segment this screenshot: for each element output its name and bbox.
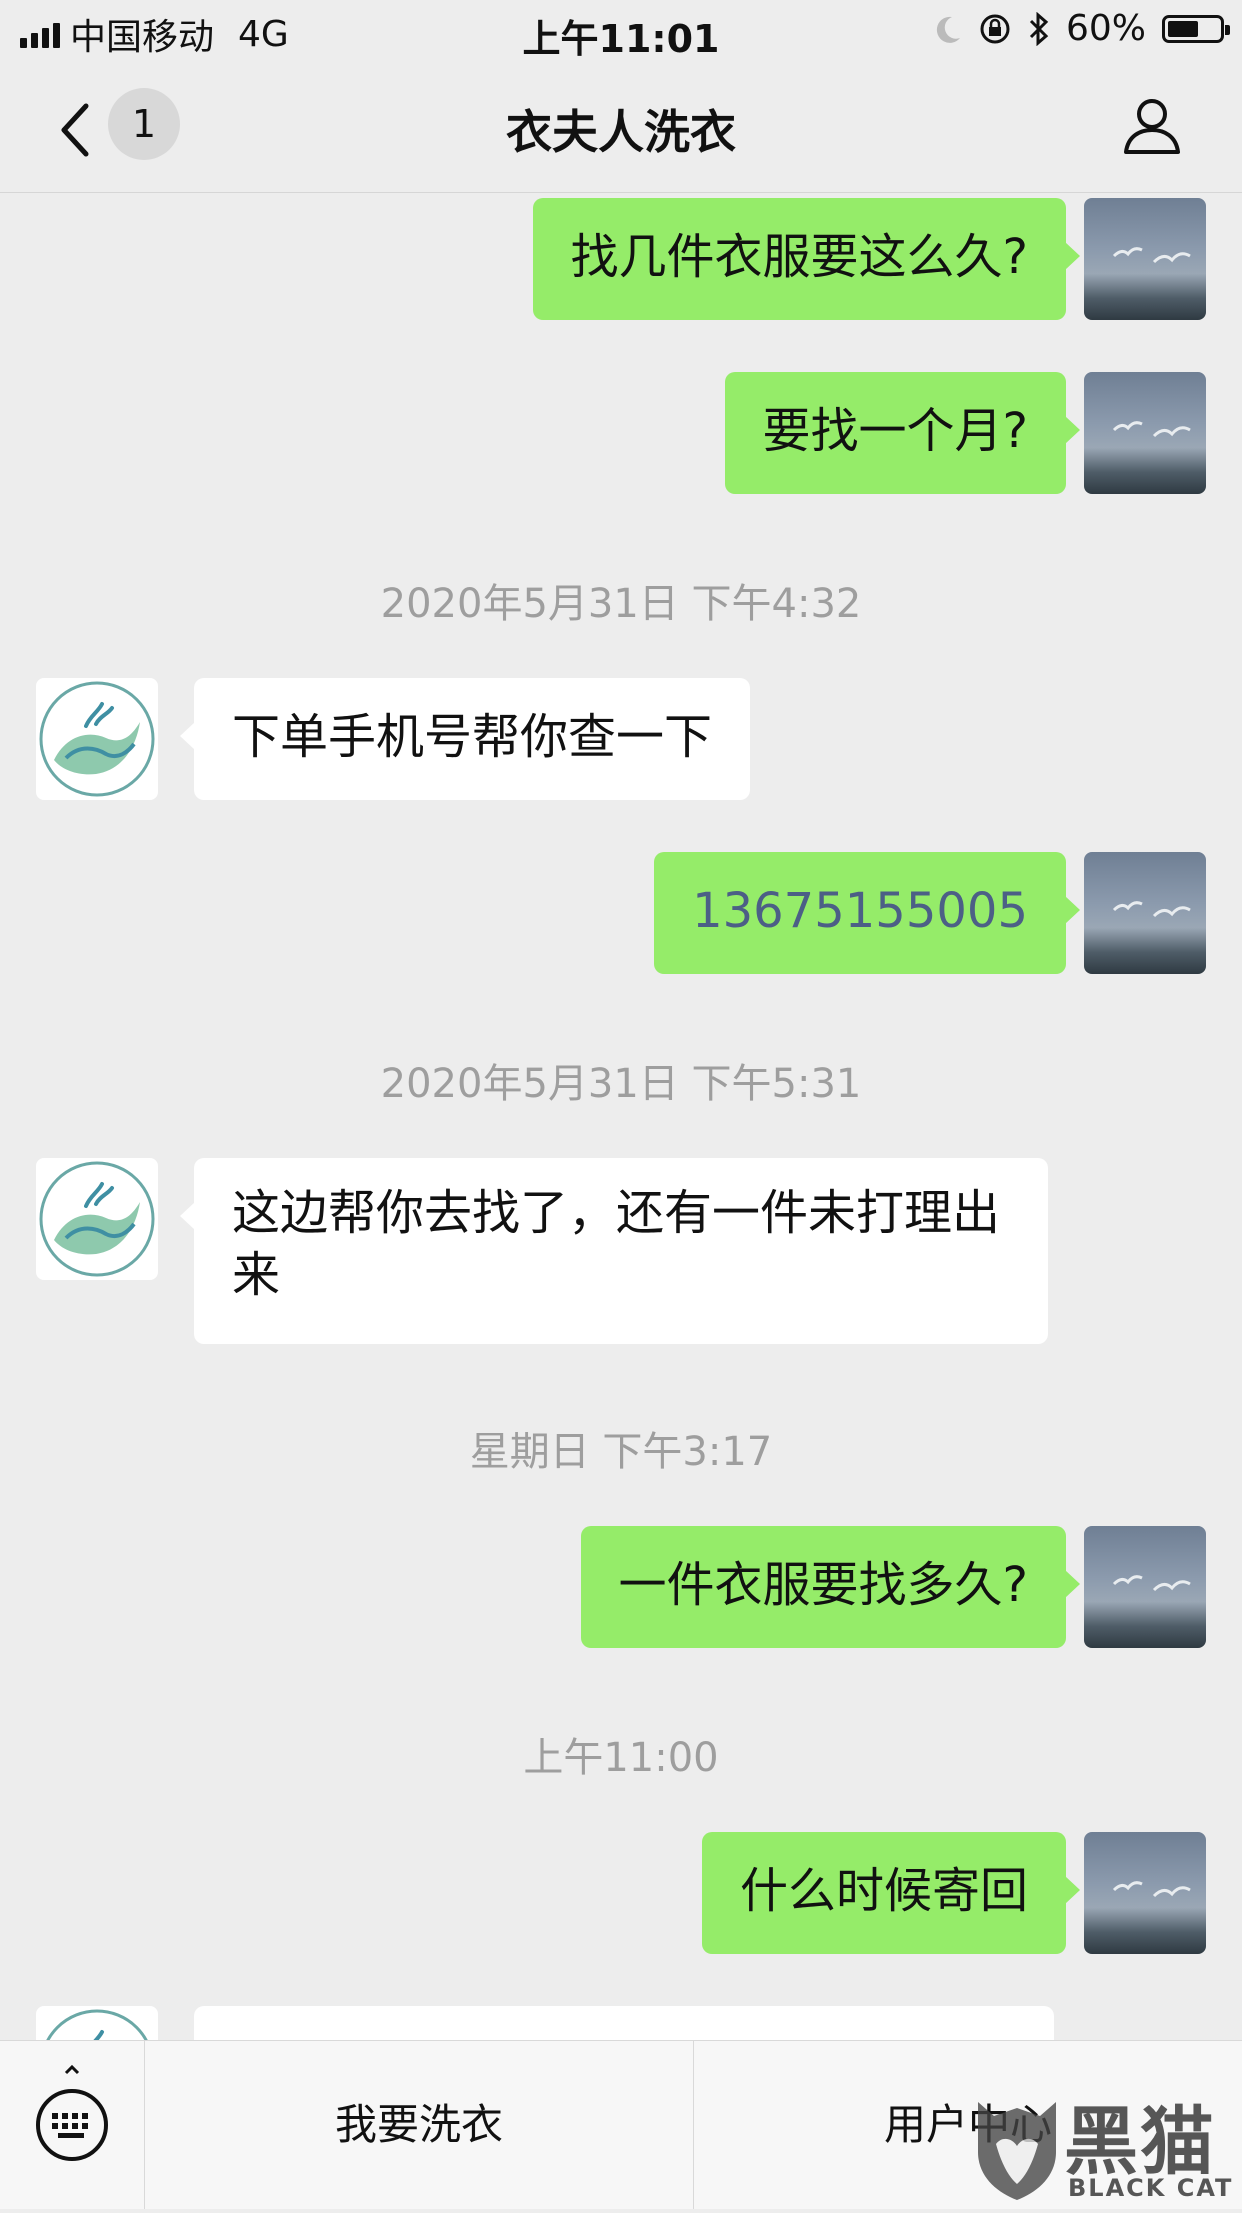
seagull-image bbox=[1112, 1575, 1191, 1592]
seagull-image bbox=[1112, 1881, 1191, 1898]
message-row: 13675155005 bbox=[0, 852, 1242, 974]
battery-icon bbox=[1162, 14, 1230, 43]
outgoing-message[interactable]: 什么时候寄回 bbox=[701, 1832, 1081, 1954]
timestamp: 2020年5月31日 下午5:31 bbox=[380, 1061, 862, 1107]
timestamp: 星期日 下午3:17 bbox=[469, 1429, 773, 1475]
message-row: 找几件衣服要这么久? bbox=[0, 198, 1242, 320]
battery-fill bbox=[1168, 20, 1198, 37]
outgoing-message[interactable]: 一件衣服要找多久? bbox=[580, 1526, 1081, 1648]
black-cat-watermark: 黑猫 BLACK CAT bbox=[972, 2086, 1242, 2208]
message-row: 下单手机号帮你查一下 bbox=[0, 678, 1242, 800]
menu-wash-button[interactable]: 我要洗衣 bbox=[145, 2041, 694, 2209]
message-row: 要找一个月? bbox=[0, 372, 1242, 494]
incoming-message[interactable]: 这边帮你去找了，还有一件未打理出来 bbox=[180, 1158, 1048, 1344]
message-row-partial bbox=[0, 2006, 1242, 2040]
seagull-image bbox=[1112, 247, 1191, 264]
wave-logo-icon bbox=[46, 2009, 148, 2040]
timestamp: 2020年5月31日 下午4:32 bbox=[380, 581, 862, 627]
keyboard-toggle[interactable] bbox=[0, 2041, 145, 2209]
shop-avatar[interactable] bbox=[36, 1158, 158, 1280]
my-avatar[interactable] bbox=[1084, 372, 1206, 494]
outgoing-message[interactable]: 要找一个月? bbox=[724, 372, 1081, 494]
timestamp: 上午11:00 bbox=[523, 1735, 719, 1781]
seagull-image bbox=[1112, 421, 1191, 438]
chat-message-list[interactable]: 找几件衣服要这么久? 要找一个月? 2020年5月31日 下午4:32 下单手机… bbox=[0, 193, 1242, 2040]
message-row: 什么时候寄回 bbox=[0, 1832, 1242, 1954]
my-avatar[interactable] bbox=[1084, 1832, 1206, 1954]
wave-logo-icon bbox=[39, 681, 155, 797]
status-bar: 中国移动 4G 上午11:01 60% bbox=[0, 0, 1242, 62]
incoming-message[interactable]: 下单手机号帮你查一下 bbox=[179, 678, 751, 800]
rotation-lock-icon bbox=[980, 14, 1010, 43]
my-avatar[interactable] bbox=[1084, 1526, 1206, 1648]
my-avatar[interactable] bbox=[1084, 852, 1206, 974]
shop-avatar[interactable] bbox=[36, 678, 158, 800]
page-title: 衣夫人洗衣 bbox=[506, 105, 736, 159]
battery-percent: 60% bbox=[1065, 8, 1146, 49]
nav-bar: 1 衣夫人洗衣 bbox=[0, 62, 1242, 193]
cat-shield-logo bbox=[978, 2102, 1056, 2200]
moon-icon bbox=[936, 16, 960, 43]
seagull-image bbox=[1112, 901, 1191, 918]
message-row: 这边帮你去找了，还有一件未打理出来 bbox=[0, 1158, 1242, 1344]
keyboard-icon bbox=[36, 2064, 108, 2161]
outgoing-message[interactable]: 找几件衣服要这么久? bbox=[532, 198, 1081, 320]
bluetooth-icon bbox=[1029, 11, 1049, 46]
incoming-message-partial[interactable] bbox=[194, 2006, 1054, 2040]
shop-avatar[interactable] bbox=[36, 2006, 158, 2040]
status-indicators: 60% bbox=[934, 8, 1230, 49]
my-avatar[interactable] bbox=[1084, 198, 1206, 320]
wave-logo-icon bbox=[39, 1161, 155, 1277]
outgoing-phone-message[interactable]: 13675155005 bbox=[654, 852, 1080, 974]
watermark-text: 黑猫 bbox=[1064, 2099, 1216, 2185]
person-icon[interactable] bbox=[1120, 94, 1184, 158]
message-row: 一件衣服要找多久? bbox=[0, 1526, 1242, 1648]
watermark-subtext: BLACK CAT bbox=[1068, 2174, 1234, 2202]
